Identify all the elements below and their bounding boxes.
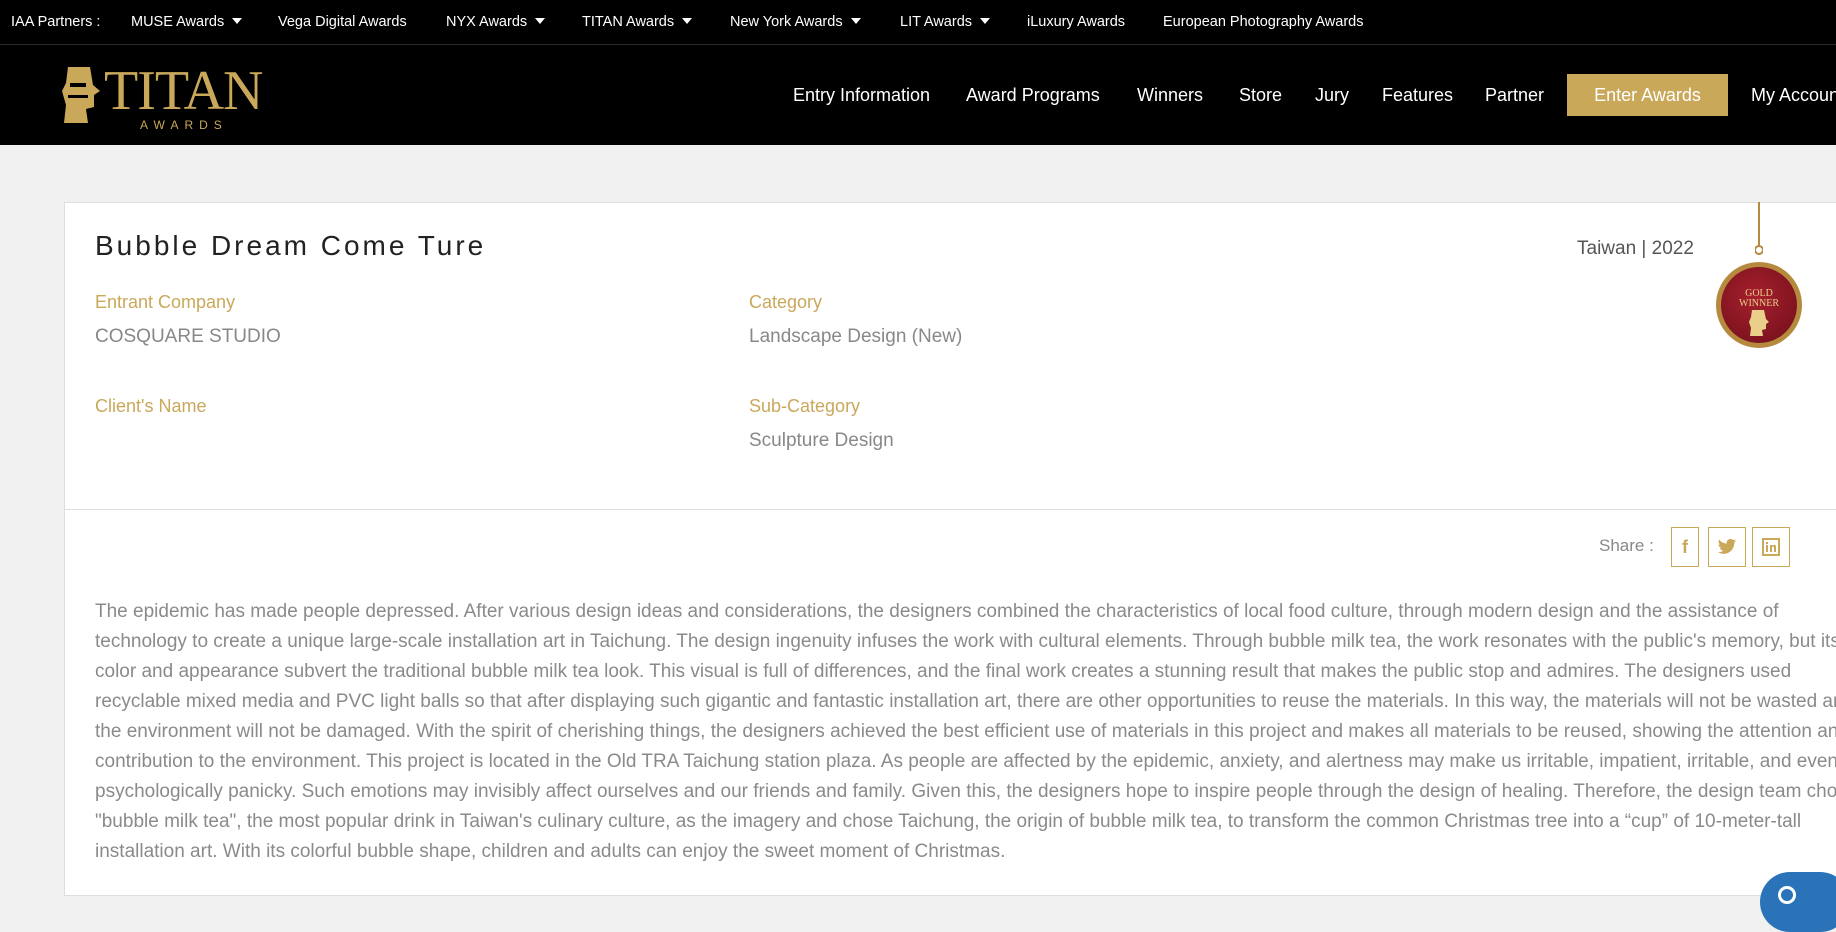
nav-partner[interactable]: Partner <box>1485 45 1544 145</box>
partner-bar-label: IAA Partners : <box>11 14 101 30</box>
chat-icon <box>1778 886 1796 904</box>
main-nav: TITAN AWARDS Entry Information Award Pro… <box>0 45 1836 145</box>
nav-features[interactable]: Features <box>1382 45 1453 145</box>
medal-face: GOLD WINNER <box>1721 267 1797 343</box>
nav-winners[interactable]: Winners <box>1137 45 1203 145</box>
logo-wordmark: TITAN <box>104 60 263 122</box>
nav-award-programs[interactable]: Award Programs <box>966 45 1100 145</box>
partner-link-lit[interactable]: LIT Awards <box>900 0 991 44</box>
share-twitter-button[interactable] <box>1708 527 1746 567</box>
entry-card: Bubble Dream Come Ture Taiwan | 2022 Ent… <box>64 202 1836 896</box>
entry-description: The epidemic has made people depressed. … <box>95 601 1836 862</box>
entrant-company-value: COSQUARE STUDIO <box>95 326 281 347</box>
nav-entry-information[interactable]: Entry Information <box>793 45 930 145</box>
entry-title: Bubble Dream Come Ture <box>95 230 487 261</box>
partner-link-muse[interactable]: MUSE Awards <box>131 0 243 44</box>
sub-category-value: Sculpture Design <box>749 430 894 451</box>
caret-down-icon <box>980 18 991 25</box>
medal-text: GOLD WINNER <box>1721 289 1797 309</box>
caret-down-icon <box>535 18 546 25</box>
partner-link-label: MUSE Awards <box>131 14 225 30</box>
category-value: Landscape Design (New) <box>749 326 963 347</box>
partner-link-new-york[interactable]: New York Awards <box>730 0 861 44</box>
client-name-label: Client's Name <box>95 396 207 416</box>
section-divider <box>65 509 1836 510</box>
sub-category-label: Sub-Category <box>749 396 861 416</box>
caret-down-icon <box>850 18 861 25</box>
partner-link-label: TITAN Awards <box>582 14 675 30</box>
chat-widget-button[interactable] <box>1760 872 1836 932</box>
twitter-icon <box>1717 538 1737 554</box>
partner-link-label: LIT Awards <box>900 14 973 30</box>
partner-link-label: New York Awards <box>730 14 843 30</box>
facebook-icon: f <box>1682 537 1688 557</box>
moai-head-icon <box>1749 310 1769 336</box>
partner-link-label: NYX Awards <box>446 14 528 30</box>
partner-link-iluxury[interactable]: iLuxury Awards <box>1027 0 1125 44</box>
entrant-company-label: Entrant Company <box>95 292 236 312</box>
nav-store[interactable]: Store <box>1239 45 1282 145</box>
share-linkedin-button[interactable] <box>1752 527 1790 567</box>
nav-my-account[interactable]: My Account <box>1751 45 1836 145</box>
linkedin-icon <box>1762 538 1780 556</box>
caret-down-icon <box>232 18 243 25</box>
partner-link-label: iLuxury Awards <box>1027 14 1126 30</box>
share-facebook-button[interactable]: f <box>1671 527 1699 567</box>
caret-down-icon <box>682 18 693 25</box>
partner-link-label: Vega Digital Awards <box>278 14 407 30</box>
medal-chain-icon <box>1755 202 1763 255</box>
entry-country-year: Taiwan | 2022 <box>1577 238 1694 259</box>
nav-jury[interactable]: Jury <box>1315 45 1349 145</box>
gold-winner-medal: GOLD WINNER <box>1716 262 1802 348</box>
partner-link-nyx[interactable]: NYX Awards <box>446 0 546 44</box>
logo-subtitle: AWARDS <box>140 118 228 132</box>
partner-link-label: European Photography Awards <box>1163 14 1364 30</box>
partner-link-titan[interactable]: TITAN Awards <box>582 0 693 44</box>
partner-bar: IAA Partners : MUSE Awards Vega Digital … <box>0 0 1836 45</box>
partner-link-vega[interactable]: Vega Digital Awards <box>278 0 407 44</box>
moai-head-icon <box>62 67 100 123</box>
enter-awards-button[interactable]: Enter Awards <box>1567 74 1728 116</box>
category-label: Category <box>749 292 823 312</box>
share-label: Share : <box>1599 536 1654 555</box>
medal-text-line2: WINNER <box>1739 298 1779 309</box>
titan-logo[interactable]: TITAN AWARDS <box>60 59 270 133</box>
partner-link-european-photography[interactable]: European Photography Awards <box>1163 0 1363 44</box>
